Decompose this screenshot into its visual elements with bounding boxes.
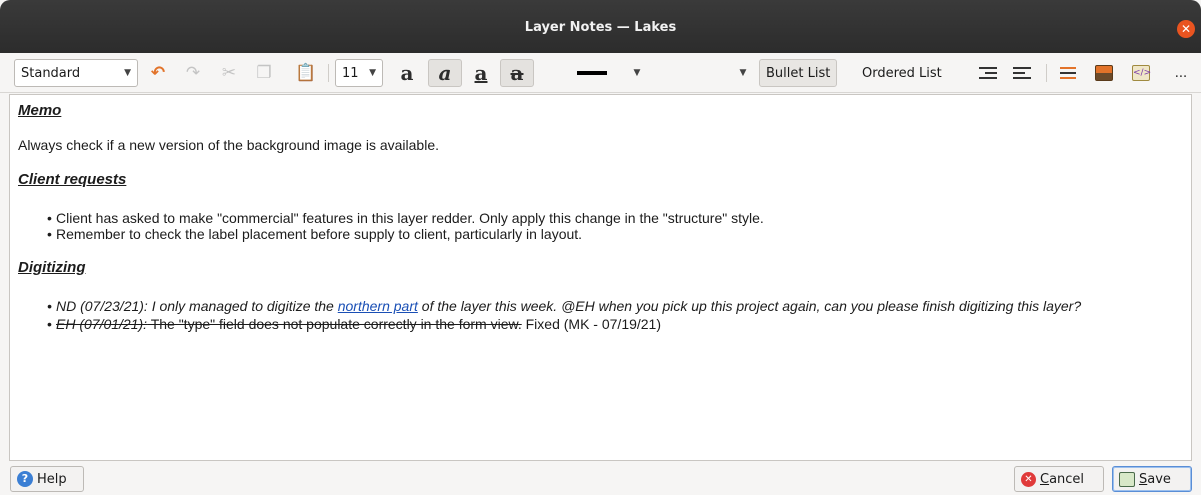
help-button-label: Help <box>37 471 67 487</box>
close-icon[interactable]: ✕ <box>1177 20 1195 38</box>
note-text: of the layer this week. @EH when you pic… <box>417 298 1082 314</box>
help-icon: ? <box>17 471 33 487</box>
northern-part-link[interactable]: northern part <box>338 298 418 314</box>
increase-indent-icon[interactable] <box>1010 59 1034 87</box>
title-bar: Layer Notes — Lakes ✕ <box>0 0 1201 53</box>
font-size-select[interactable]: 11 ▼ <box>335 59 383 87</box>
cancel-button[interactable]: ✕ Cancel <box>1014 466 1104 492</box>
toolbar-separator <box>1046 64 1047 82</box>
list-item: Client has asked to make "commercial" fe… <box>47 210 1183 226</box>
window-title: Layer Notes — Lakes <box>524 20 677 35</box>
paragraph-style-select[interactable]: Standard ▼ <box>14 59 138 87</box>
chevron-down-icon: ▼ <box>369 68 376 78</box>
cut-icon[interactable]: ✂ <box>216 59 242 87</box>
italic-icon[interactable]: a <box>428 59 462 87</box>
bullet-list-button[interactable]: Bullet List <box>759 59 838 87</box>
chevron-down-icon[interactable]: ▼ <box>736 59 750 87</box>
layer-notes-dialog: Layer Notes — Lakes ✕ Standard ▼ ↶ ↷ ✂ ❐… <box>0 0 1201 495</box>
text-color-select[interactable] <box>570 59 614 87</box>
notes-editor[interactable]: Memo Always check if a new version of th… <box>9 94 1192 461</box>
client-requests-heading: Client requests <box>18 171 127 188</box>
insert-image-icon[interactable] <box>1092 59 1116 87</box>
save-button-label: Save <box>1139 471 1171 487</box>
text-color-swatch <box>577 71 607 75</box>
chevron-down-icon: ▼ <box>124 68 131 78</box>
client-requests-list: Client has asked to make "commercial" fe… <box>18 210 1183 242</box>
copy-icon[interactable]: ❐ <box>251 59 277 87</box>
digitizing-list: ND (07/23/21): I only managed to digitiz… <box>18 298 1183 332</box>
underline-icon[interactable]: a <box>464 59 498 87</box>
paste-icon[interactable]: 📋 <box>293 59 319 87</box>
cancel-button-label: Cancel <box>1040 471 1085 487</box>
list-item: ND (07/23/21): I only managed to digitiz… <box>47 298 1183 314</box>
cancel-icon: ✕ <box>1021 471 1036 487</box>
list-item: Remember to check the label placement be… <box>47 226 1183 242</box>
note-text: Fixed (MK - 07/19/21) <box>521 316 662 332</box>
insert-horizontal-rule-icon[interactable] <box>1056 59 1080 87</box>
ordered-list-button[interactable]: Ordered List <box>858 59 946 87</box>
struck-note-text: The "type" field does not populate corre… <box>147 316 522 332</box>
list-item: EH (07/01/21): The "type" field does not… <box>47 316 1183 332</box>
memo-paragraph: Always check if a new version of the bac… <box>18 137 439 153</box>
redo-icon[interactable]: ↷ <box>180 59 206 87</box>
strikethrough-icon[interactable]: a <box>500 59 534 87</box>
note-text: ND (07/23/21): I only managed to digitiz… <box>56 298 338 314</box>
save-button[interactable]: Save <box>1112 466 1192 492</box>
toolbar-separator <box>328 64 329 82</box>
decrease-indent-icon[interactable] <box>976 59 1000 87</box>
struck-note-author: EH (07/01/21): <box>56 316 148 332</box>
chevron-down-icon[interactable]: ▼ <box>630 59 644 87</box>
help-button[interactable]: ? Help <box>10 466 84 492</box>
paragraph-style-value: Standard <box>21 65 81 81</box>
memo-heading: Memo <box>18 102 62 119</box>
button-bar: ? Help ✕ Cancel Save <box>0 462 1201 495</box>
edit-source-icon[interactable]: </> <box>1129 59 1153 87</box>
toolbar-overflow-button[interactable]: ... <box>1170 59 1192 87</box>
bold-icon[interactable]: a <box>390 59 424 87</box>
digitizing-heading: Digitizing <box>18 259 86 276</box>
undo-icon[interactable]: ↶ <box>145 59 171 87</box>
save-icon <box>1119 471 1135 487</box>
format-toolbar: Standard ▼ ↶ ↷ ✂ ❐ 📋 11 ▼ a a a a ▼ ▼ Bu… <box>0 53 1201 93</box>
font-size-value: 11 <box>342 65 359 81</box>
